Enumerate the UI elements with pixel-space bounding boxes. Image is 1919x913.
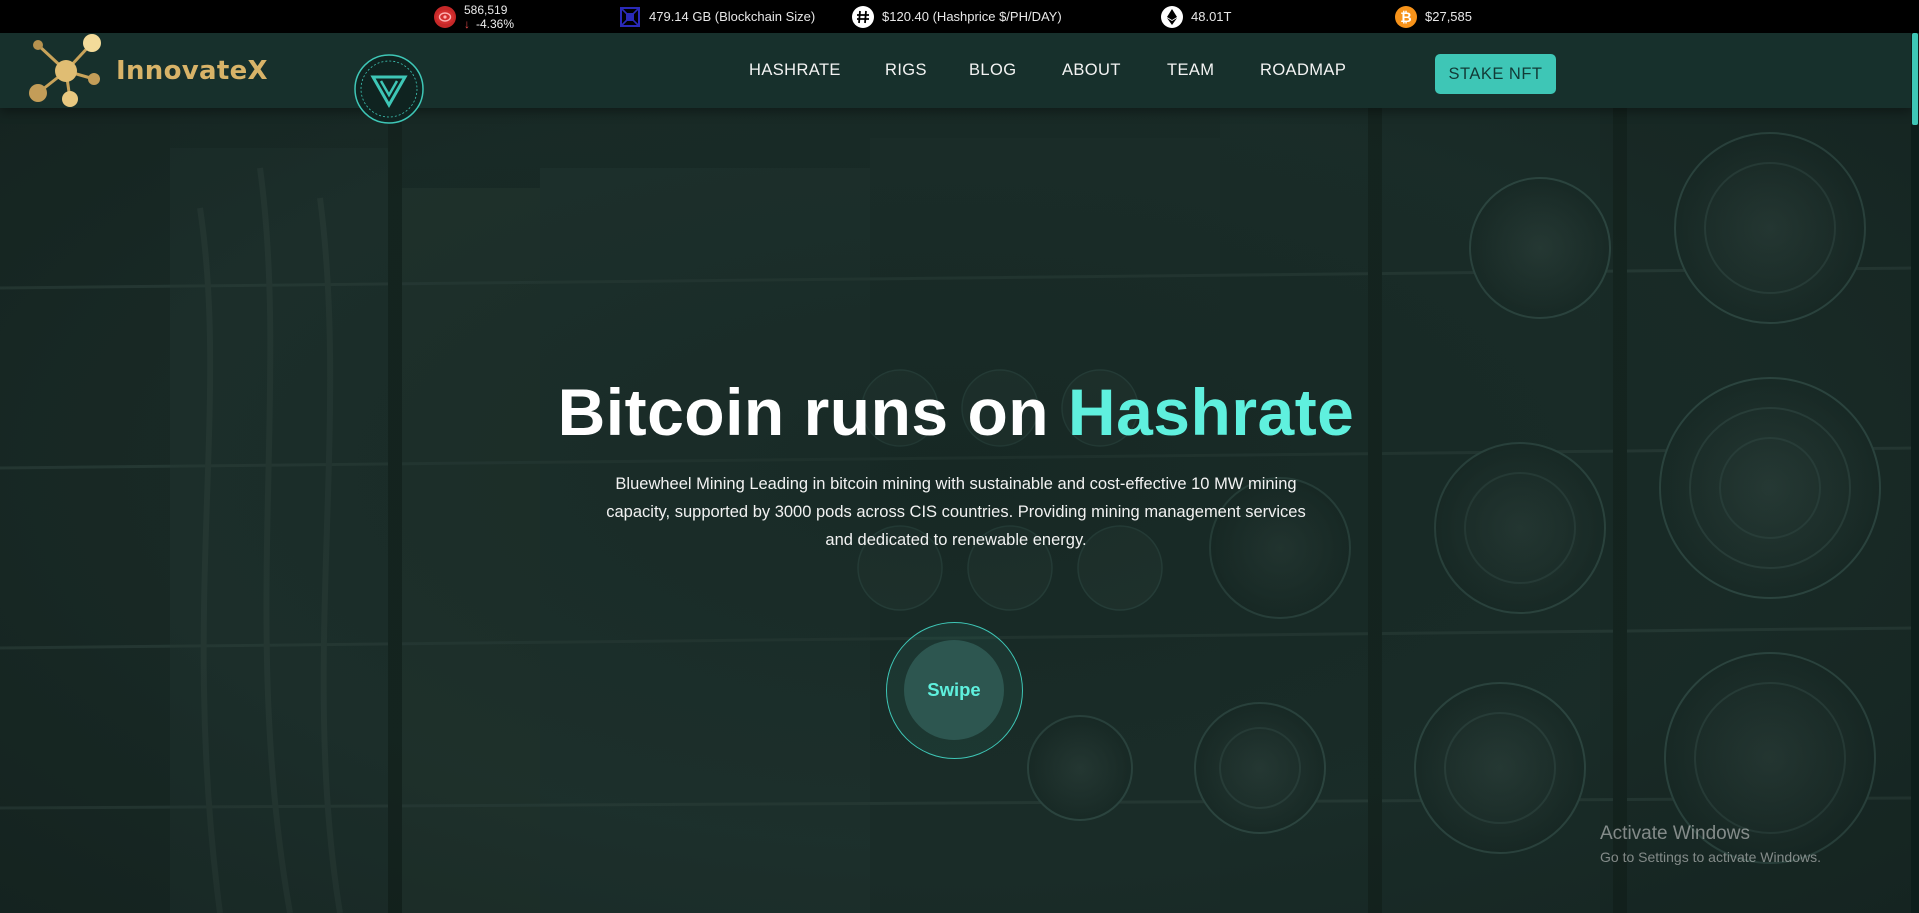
brand-logo[interactable]: InnovateX: [26, 33, 268, 108]
hero-title-main: Bitcoin runs on: [557, 375, 1068, 449]
ticker-item-hashprice: $120.40 (Hashprice $/PH/DAY): [852, 0, 1062, 33]
hero-title: Bitcoin runs on Hashrate: [0, 374, 1912, 450]
site-header: InnovateX HASHRATE RIGS BLOG ABOUT TEAM …: [0, 33, 1912, 124]
brand-name: InnovateX: [116, 55, 268, 86]
red-coin-icon: [434, 5, 456, 28]
nav-team[interactable]: TEAM: [1167, 33, 1214, 108]
arrow-down-icon: ↓: [464, 16, 470, 31]
svg-text:₿: ₿: [1400, 10, 1411, 26]
ticker-value: 479.14 GB (Blockchain Size): [649, 9, 816, 24]
ticker-value: 48.01T: [1191, 9, 1232, 24]
hero-section: Bitcoin runs on Hashrate Bluewheel Minin…: [0, 108, 1912, 913]
nav-hashrate[interactable]: HASHRATE: [749, 33, 841, 108]
ticker-item-ethereum: 48.01T: [1161, 0, 1231, 33]
ticker-item-bitcoin: ₿ $27,585: [1395, 0, 1472, 33]
swipe-label: Swipe: [904, 640, 1004, 740]
hero-description: Bluewheel Mining Leading in bitcoin mini…: [606, 475, 1306, 549]
molecule-logo-icon: [29, 33, 101, 107]
windows-activation-watermark: Activate Windows Go to Settings to activ…: [1600, 823, 1821, 865]
ticker-item-red-coin: 586,519 ↓ -4.36%: [434, 0, 514, 33]
emblem-logo-icon[interactable]: [353, 53, 425, 125]
hero-title-accent: Hashrate: [1067, 375, 1355, 449]
watermark-subtitle: Go to Settings to activate Windows.: [1600, 849, 1821, 865]
ticker-value: $27,585: [1425, 9, 1472, 24]
nav-blog[interactable]: BLOG: [969, 33, 1016, 108]
ticker-change: -4.36%: [476, 16, 515, 31]
nav-roadmap[interactable]: ROADMAP: [1260, 33, 1346, 108]
bitcoin-icon: ₿: [1395, 5, 1417, 28]
nav-rigs[interactable]: RIGS: [885, 33, 927, 108]
ethereum-icon: [1161, 5, 1183, 28]
stake-nft-button[interactable]: STAKE NFT: [1435, 54, 1556, 94]
scrollbar-thumb[interactable]: [1912, 33, 1918, 125]
page-scrollbar[interactable]: [1911, 33, 1919, 913]
ticker-bar: 586,519 ↓ -4.36% 479.14 GB (Blockchain S…: [0, 0, 1919, 33]
ticker-value: $120.40 (Hashprice $/PH/DAY): [882, 9, 1062, 24]
watermark-title: Activate Windows: [1600, 823, 1750, 844]
ticker-value: 586,519: [464, 2, 508, 17]
swipe-button[interactable]: Swipe: [886, 622, 1023, 759]
hash-icon: [852, 5, 874, 28]
ticker-item-blockchain-size: 479.14 GB (Blockchain Size): [619, 0, 815, 33]
nav-about[interactable]: ABOUT: [1062, 33, 1121, 108]
blockchain-cube-icon: [619, 6, 641, 28]
